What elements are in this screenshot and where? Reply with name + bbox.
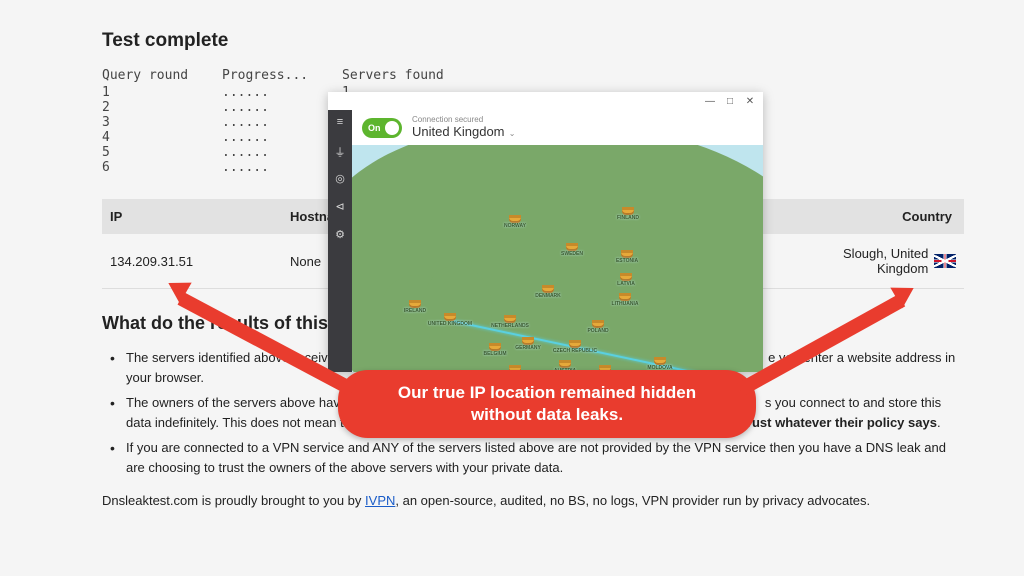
map-location-estonia[interactable]: ESTONIA — [619, 250, 635, 264]
query-header: Query round Progress... Servers found — [102, 68, 964, 83]
map-location-belgium[interactable]: BELGIUM — [487, 343, 503, 357]
vpn-app-window: — □ ✕ ≡ ⏚ ◎ ⊲ ⚙ On Connection secured Un… — [328, 92, 763, 372]
map-location-poland[interactable]: POLAND — [590, 320, 606, 334]
map-location-germany[interactable]: GERMANY — [520, 337, 536, 351]
annotation-callout: Our true IP location remained hidden wit… — [338, 370, 756, 438]
vpn-titlebar: — □ ✕ — [328, 92, 763, 110]
chevron-down-icon: ⌄ — [507, 129, 516, 138]
query-header-round: Query round — [102, 68, 222, 83]
speaker-icon[interactable]: ⊲ — [333, 200, 347, 214]
connection-toggle[interactable]: On — [362, 118, 402, 138]
ivpn-link[interactable]: IVPN — [365, 493, 395, 508]
query-header-found: Servers found — [342, 68, 462, 83]
map-location-sweden[interactable]: SWEDEN — [564, 243, 580, 257]
window-close-button[interactable]: ✕ — [745, 96, 755, 107]
map-location-czech-republic[interactable]: CZECH REPUBLIC — [567, 340, 583, 354]
map-location-netherlands[interactable]: NETHERLANDS — [502, 315, 518, 329]
settings-icon[interactable]: ⚙ — [333, 228, 347, 242]
page-title: Test complete — [102, 30, 964, 52]
footer-text: Dnsleaktest.com is proudly brought to yo… — [102, 493, 964, 508]
map-location-finland[interactable]: FINLAND — [620, 207, 636, 221]
toggle-label: On — [368, 123, 381, 133]
vpn-sidebar: ≡ ⏚ ◎ ⊲ ⚙ — [328, 110, 352, 372]
result-country: Slough, United Kingdom — [790, 246, 956, 276]
connection-status[interactable]: Connection secured United Kingdom ⌄ — [412, 116, 515, 139]
filter-icon[interactable]: ⏚ — [333, 144, 347, 158]
bullet-3: If you are connected to a VPN service an… — [102, 438, 964, 477]
vpn-map[interactable]: NORWAY FINLAND SWEDEN ESTONIA LATVIA LITHUANI… — [352, 145, 763, 372]
callout-line2: without data leaks. — [356, 404, 738, 426]
query-header-progress: Progress... — [222, 68, 342, 83]
map-location-moldova[interactable]: MOLDOVA — [652, 357, 668, 371]
target-icon[interactable]: ◎ — [333, 172, 347, 186]
result-ip: 134.209.31.51 — [110, 254, 290, 269]
map-location-ireland[interactable]: IRELAND — [407, 300, 423, 314]
result-country-text: Slough, United Kingdom — [790, 246, 928, 276]
results-header-country: Country — [790, 209, 956, 224]
results-header-ip: IP — [110, 209, 290, 224]
toggle-knob — [385, 121, 399, 135]
callout-line1: Our true IP location remained hidden — [356, 382, 738, 404]
map-location-united-kingdom[interactable]: UNITED KINGDOM — [442, 313, 458, 327]
vpn-header: On Connection secured United Kingdom ⌄ — [352, 110, 763, 145]
map-location-lithuania[interactable]: LITHUANIA — [617, 293, 633, 307]
map-location-denmark[interactable]: DENMARK — [540, 285, 556, 299]
status-location: United Kingdom ⌄ — [412, 125, 515, 139]
window-minimize-button[interactable]: — — [705, 96, 715, 107]
uk-flag-icon — [934, 254, 956, 268]
map-location-latvia[interactable]: LATVIA — [618, 273, 634, 287]
map-location-norway[interactable]: NORWAY — [507, 215, 523, 229]
menu-icon[interactable]: ≡ — [333, 116, 347, 130]
window-maximize-button[interactable]: □ — [725, 96, 735, 107]
